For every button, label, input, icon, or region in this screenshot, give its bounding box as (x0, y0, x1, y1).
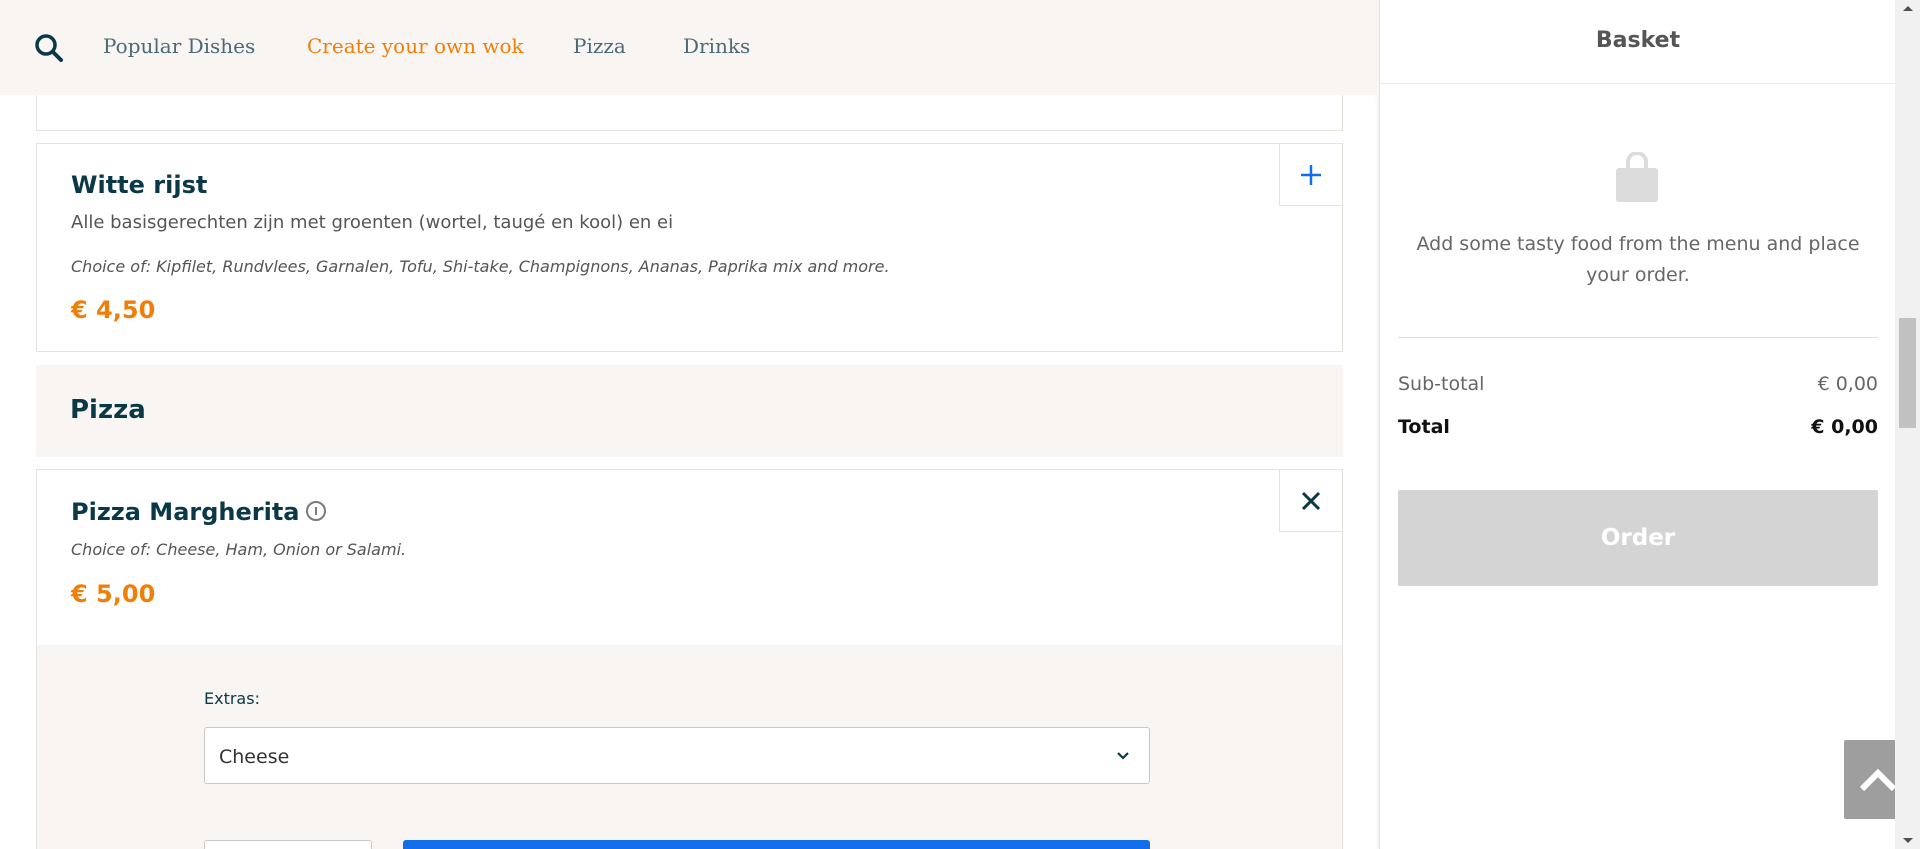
nav-pizza[interactable]: Pizza (573, 34, 626, 58)
page-scrollbar[interactable] (1895, 0, 1920, 849)
basket-header: Basket (1380, 0, 1896, 84)
scroll-up-arrow[interactable] (1903, 6, 1913, 11)
subtotal-label: Sub-total (1398, 373, 1485, 395)
close-options-button[interactable] (1279, 470, 1342, 532)
close-icon (1301, 491, 1321, 510)
chevron-up-icon (1859, 768, 1897, 791)
basket-title: Basket (1595, 28, 1681, 53)
shopping-bag-icon (1616, 152, 1658, 202)
dish-choice: Choice of: Kipfilet, Rundvlees, Garnalen… (71, 257, 890, 276)
basket-panel: Basket Add some tasty food from the menu… (1379, 0, 1896, 849)
add-dish-button[interactable] (1279, 144, 1342, 206)
quantity-field[interactable] (204, 840, 372, 849)
divider (1398, 337, 1878, 338)
nav-create-your-own-wok[interactable]: Create your own wok (307, 34, 524, 58)
category-nav: Popular Dishes Create your own wok Pizza… (0, 0, 1379, 95)
dish-price: € 4,50 (71, 296, 156, 324)
add-to-basket-button[interactable] (403, 840, 1150, 849)
menu-column: Popular Dishes Create your own wok Pizza… (0, 0, 1379, 849)
dish-description: Alle basisgerechten zijn met groenten (w… (71, 212, 674, 233)
chevron-down-icon (1117, 752, 1129, 760)
order-button[interactable]: Order (1398, 490, 1878, 586)
dish-card-witte-rijst[interactable]: Witte rijst Alle basisgerechten zijn met… (36, 143, 1343, 352)
dish-title: Witte rijst (71, 171, 208, 199)
total-value: € 0,00 (1811, 416, 1878, 438)
basket-empty-message: Add some tasty food from the menu and pl… (1416, 233, 1860, 286)
dish-title: Pizza Margherita (71, 498, 300, 526)
scrollbar-thumb[interactable] (1899, 318, 1916, 428)
dish-options-panel: Extras: Cheese (37, 645, 1342, 849)
subtotal-value: € 0,00 (1817, 373, 1878, 395)
dish-card-pizza-margherita[interactable]: Pizza Margherita Choice of: Cheese, Ham,… (36, 469, 1343, 849)
info-icon[interactable] (305, 501, 326, 521)
nav-drinks[interactable]: Drinks (683, 34, 750, 58)
extras-selected-value: Cheese (219, 746, 290, 768)
section-title: Pizza (70, 395, 146, 425)
dish-title-row: Pizza Margherita (71, 498, 326, 526)
extras-label: Extras: (204, 689, 260, 708)
section-header-pizza: Pizza (36, 365, 1343, 457)
scroll-down-arrow[interactable] (1903, 838, 1913, 843)
search-icon[interactable] (34, 33, 64, 63)
dish-price: € 5,00 (71, 580, 156, 608)
nav-popular-dishes[interactable]: Popular Dishes (103, 34, 255, 58)
dish-choice: Choice of: Cheese, Ham, Onion or Salami. (71, 540, 407, 559)
extras-select[interactable]: Cheese (204, 727, 1150, 784)
total-label: Total (1398, 416, 1450, 438)
plus-icon (1301, 164, 1321, 185)
